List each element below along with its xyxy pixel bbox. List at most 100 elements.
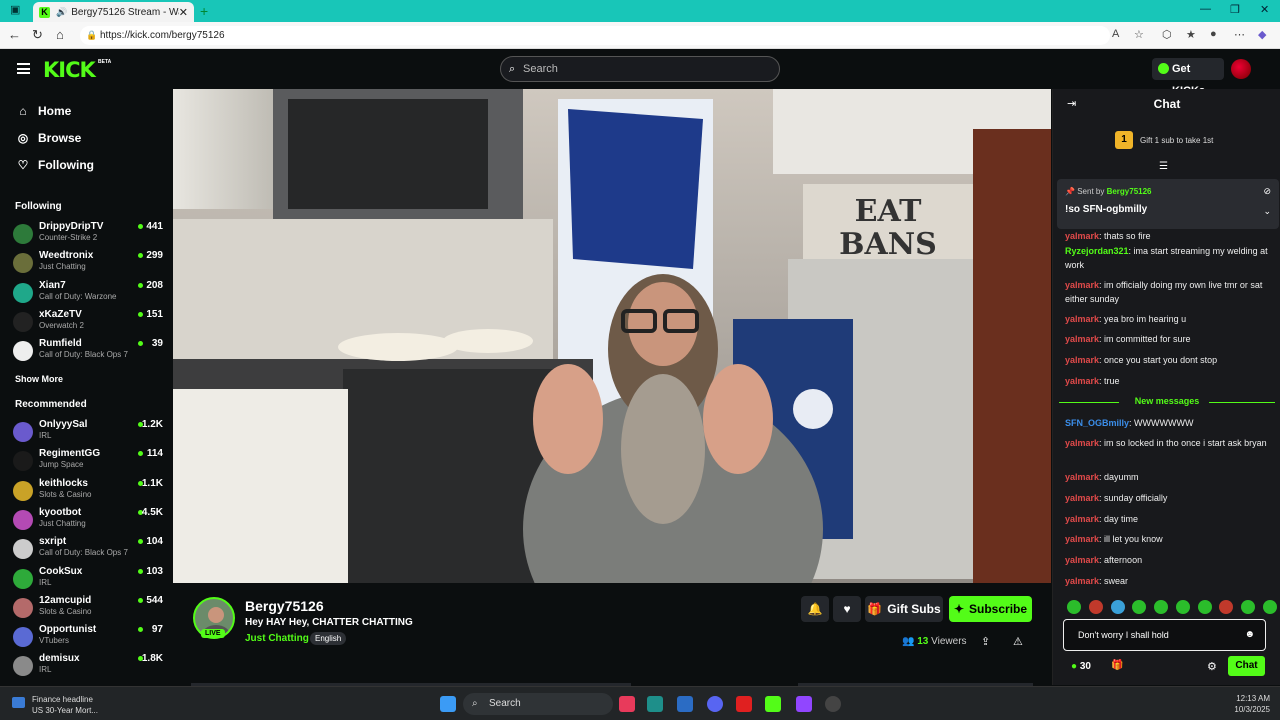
sidebar-channel-cooksux[interactable]: CookSux IRL 103 (13, 566, 163, 592)
sidebar-channel-kyootbot[interactable]: kyootbot Just Chatting 4.5K (13, 507, 163, 533)
browser-tab-active[interactable]: K 🔊 Bergy75126 Stream - Watch ✕ (33, 2, 194, 22)
chat-username[interactable]: yalmark (1065, 438, 1099, 448)
system-clock[interactable]: 12:13 AM 10/3/2025 (1222, 693, 1270, 715)
gear-icon[interactable]: ⚙ (1207, 660, 1217, 673)
sidebar-channel-regimentgg[interactable]: RegimentGG Jump Space 114 (13, 448, 163, 474)
chat-username[interactable]: Ryzejordan321 (1065, 246, 1129, 256)
stream-category-link[interactable]: Just Chatting (245, 633, 309, 644)
start-icon[interactable] (440, 696, 456, 712)
window-close-icon[interactable]: ✕ (1260, 3, 1269, 16)
emote-icon[interactable] (1088, 600, 1103, 614)
chat-input[interactable]: Don't worry I shall hold ☻ (1063, 619, 1266, 651)
sidebar-channel-onlyyysal[interactable]: OnlyyySal IRL 1.2K (13, 419, 163, 445)
kicks-balance[interactable]: ● 30 (1071, 661, 1091, 672)
emote-icon[interactable] (1197, 600, 1212, 614)
chat-username[interactable]: yalmark (1065, 472, 1099, 482)
sidebar-channel-opportunist[interactable]: Opportunist VTubers 97 (13, 624, 163, 650)
emote-icon[interactable] (1110, 600, 1125, 614)
sidebar-item-following[interactable]: ♡ Following (16, 158, 94, 172)
sidebar-channel-demisux[interactable]: demisux IRL 1.8K (13, 653, 163, 679)
get-kicks-button[interactable]: Get KICKs (1152, 58, 1224, 97)
emote-icon[interactable] (1175, 600, 1190, 614)
language-tag[interactable]: English (310, 632, 347, 645)
chat-username[interactable]: yalmark (1065, 231, 1099, 241)
chat-username[interactable]: yalmark (1065, 555, 1099, 565)
emote-icon[interactable] (1241, 600, 1256, 614)
chat-username[interactable]: yalmark (1065, 314, 1099, 324)
site-info-icon[interactable]: 🔒 (86, 26, 97, 45)
maximize-icon[interactable]: ❐ (1230, 3, 1240, 16)
streamer-name[interactable]: Bergy75126 (245, 598, 324, 614)
edge-browser-icon[interactable] (647, 696, 663, 712)
discord-icon[interactable] (707, 696, 723, 712)
gift-leaderboard[interactable]: 1 Gift 1 sub to take 1st (1053, 129, 1280, 153)
chat-username[interactable]: SFN_OGBmilly (1065, 418, 1129, 428)
profile-icon[interactable]: ● (1210, 28, 1217, 40)
news-widget[interactable]: Finance headline US 30-Year Mort... (12, 694, 98, 716)
chat-username[interactable]: yalmark (1065, 514, 1099, 524)
music-app-icon[interactable] (619, 696, 635, 712)
home-icon[interactable]: ⌂ (56, 27, 64, 42)
sidebar-channel-rumfield[interactable]: Rumfield Call of Duty: Black Ops 7 39 (13, 338, 163, 364)
sidebar-channel-keithlocks[interactable]: keithlocks Slots & Casino 1.1K (13, 478, 163, 504)
kick-logo[interactable]: KICK (43, 58, 96, 82)
minimize-icon[interactable]: — (1200, 3, 1211, 15)
audio-icon[interactable]: 🔊 (56, 7, 67, 18)
show-more-button[interactable]: Show More (15, 374, 63, 384)
follow-button[interactable]: ♥ (833, 596, 861, 622)
report-icon[interactable]: ⚠ (1013, 635, 1023, 648)
chat-username[interactable]: yalmark (1065, 334, 1099, 344)
menu-icon[interactable] (17, 63, 30, 74)
sidebar-channel-12amcupid[interactable]: 12amcupid Slots & Casino 544 (13, 595, 163, 621)
video-player[interactable]: EAT BANS (173, 89, 1051, 583)
copilot-icon[interactable]: ◆ (1258, 28, 1266, 41)
sidebar-channel-weedtronix[interactable]: Weedtronix Just Chatting 299 (13, 250, 163, 276)
youtube-icon[interactable] (736, 696, 752, 712)
sidebar-channel-drippydriptv[interactable]: DrippyDripTV Counter-Strike 2 441 (13, 221, 163, 247)
gift-subs-button[interactable]: 🎁 Gift Subs (865, 596, 943, 622)
extensions-icon[interactable]: ⬡ (1162, 28, 1172, 41)
emote-icon[interactable] (1154, 600, 1169, 614)
back-icon[interactable]: ← (8, 27, 21, 42)
emote-icon[interactable] (1219, 600, 1234, 614)
favorite-star-icon[interactable]: ☆ (1134, 28, 1144, 41)
read-aloud-icon[interactable]: A (1112, 28, 1119, 40)
pinned-toggle-icon[interactable]: ☰ (1159, 161, 1168, 172)
notification-bell-button[interactable]: 🔔 (801, 596, 829, 622)
emote-icon[interactable] (1067, 600, 1081, 614)
sidebar-channel-xian7[interactable]: Xian7 Call of Duty: Warzone 208 (13, 280, 163, 306)
favorites-icon[interactable]: ★ (1186, 28, 1196, 41)
chat-username[interactable]: yalmark (1065, 534, 1099, 544)
chat-username[interactable]: yalmark (1065, 355, 1099, 365)
new-tab-icon[interactable]: + (200, 3, 208, 19)
chat-username[interactable]: yalmark (1065, 280, 1099, 290)
tab-close-icon[interactable]: ✕ (179, 6, 188, 19)
chat-username[interactable]: yalmark (1065, 376, 1099, 386)
taskbar-search[interactable]: ⌕ Search (463, 693, 613, 715)
share-icon[interactable]: ⇪ (981, 635, 990, 648)
chat-username[interactable]: yalmark (1065, 576, 1099, 586)
sidebar-item-browse[interactable]: ◎ Browse (16, 131, 82, 145)
sidebar-channel-xkazetv[interactable]: xKaZeTV Overwatch 2 151 (13, 309, 163, 335)
more-menu-icon[interactable]: ⋯ (1234, 28, 1245, 41)
sidebar-channel-sxript[interactable]: sxript Call of Duty: Black Ops 7 104 (13, 536, 163, 562)
chat-username[interactable]: yalmark (1065, 493, 1099, 503)
twitch-icon[interactable] (796, 696, 812, 712)
user-avatar[interactable] (1231, 59, 1251, 79)
refresh-icon[interactable]: ↻ (32, 27, 43, 43)
sidebar-item-home[interactable]: ⌂ Home (16, 104, 71, 118)
chrome-icon[interactable] (825, 696, 841, 712)
emote-picker-icon[interactable]: ☻ (1244, 620, 1255, 650)
search-input[interactable]: ⌕ Search (500, 56, 780, 82)
chat-send-button[interactable]: Chat (1228, 656, 1265, 676)
url-field[interactable]: 🔒 https://kick.com/bergy75126 (80, 26, 1110, 45)
tab-actions-icon[interactable]: ▣ (10, 3, 20, 16)
kick-app-icon[interactable] (765, 696, 781, 712)
emote-icon[interactable] (1262, 600, 1277, 614)
chat-gift-icon[interactable]: 🎁 (1111, 660, 1123, 671)
subscribe-button[interactable]: ✦ Subscribe (949, 596, 1032, 622)
store-icon[interactable] (677, 696, 693, 712)
emote-icon[interactable] (1132, 600, 1147, 614)
unpin-icon[interactable]: ⊘ (1263, 186, 1271, 197)
chevron-down-icon[interactable]: ⌄ (1263, 206, 1271, 217)
